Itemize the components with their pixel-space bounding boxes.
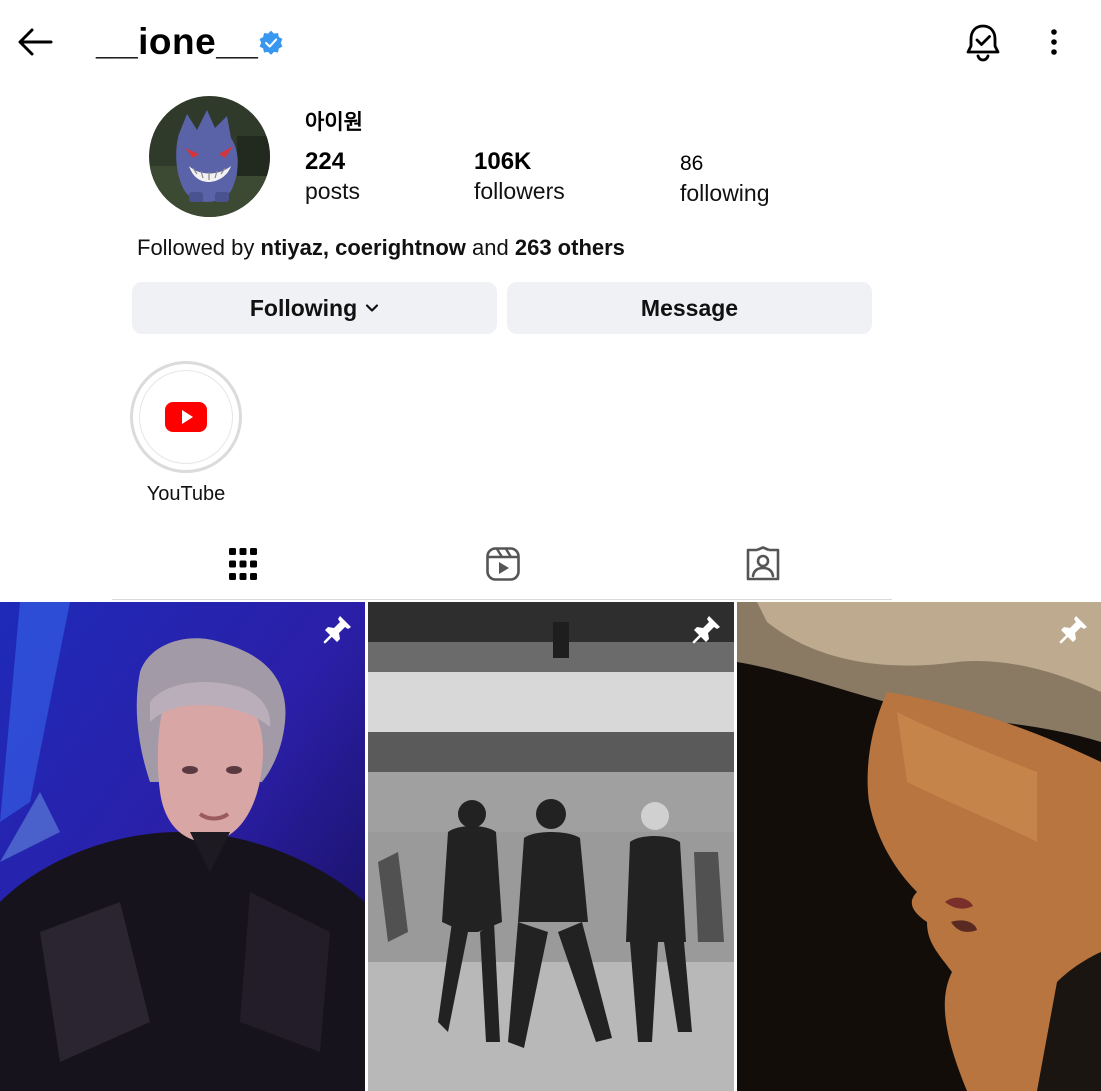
avatar-image [149,96,270,217]
post-image [0,602,365,1091]
post-image [737,602,1101,1091]
back-arrow-icon [18,28,53,56]
highlight-label: YouTube [146,483,226,505]
tab-posts-grid[interactable] [219,540,267,588]
pin-icon [692,616,720,644]
followed-by-prefix: Followed by [137,235,255,260]
notification-bell-icon [966,24,1000,62]
message-button-label: Message [640,294,739,321]
story-highlight-youtube[interactable]: YouTube [130,361,242,506]
back-button[interactable] [14,22,56,62]
post-thumbnail[interactable] [0,602,365,1091]
verified-badge-icon [259,30,283,55]
chevron-down-icon [366,304,379,312]
followers-label: followers [474,178,565,204]
post-thumbnail[interactable] [368,602,734,1091]
tab-reels[interactable] [479,540,527,588]
profile-header: __ione__ [0,0,1101,84]
profile-display-name: 아이원 [305,111,363,134]
more-options-icon [1051,29,1057,55]
notifications-button[interactable] [962,20,1004,64]
profile-avatar[interactable] [149,96,270,217]
grid-icon [229,548,257,580]
post-image [368,602,734,1091]
more-options-button[interactable] [1036,22,1072,62]
youtube-icon [165,402,207,432]
reels-icon [486,547,520,581]
mutual-followers-others[interactable]: 263 others [515,235,625,260]
posts-stat[interactable]: 224 posts [305,148,360,206]
posts-count: 224 [305,148,346,175]
mutual-follower-2[interactable]: coerightnow [335,235,466,260]
followed-by-text[interactable]: Followed by ntiyaz, coerightnow and 263 … [137,235,625,261]
followed-by-conj: and [472,235,509,260]
followers-count: 106K [474,148,532,175]
following-count: 86 [680,152,704,175]
followers-stat[interactable]: 106K followers [474,148,565,206]
highlight-cover [139,370,233,464]
pin-icon [323,616,351,644]
tagged-person-icon [746,546,780,581]
following-button[interactable]: Following [132,282,497,334]
mutual-follower-1[interactable]: ntiyaz, [261,235,329,260]
following-stat[interactable]: 86 following [680,150,770,208]
tab-tagged[interactable] [739,540,787,588]
pin-icon [1059,616,1087,644]
following-label: following [680,180,770,206]
post-thumbnail[interactable] [737,602,1101,1091]
highlight-ring [130,361,242,473]
following-button-label: Following [249,294,358,321]
message-button[interactable]: Message [507,282,872,334]
posts-label: posts [305,178,360,204]
profile-username: __ione__ [96,21,259,62]
profile-tabs [112,530,892,600]
